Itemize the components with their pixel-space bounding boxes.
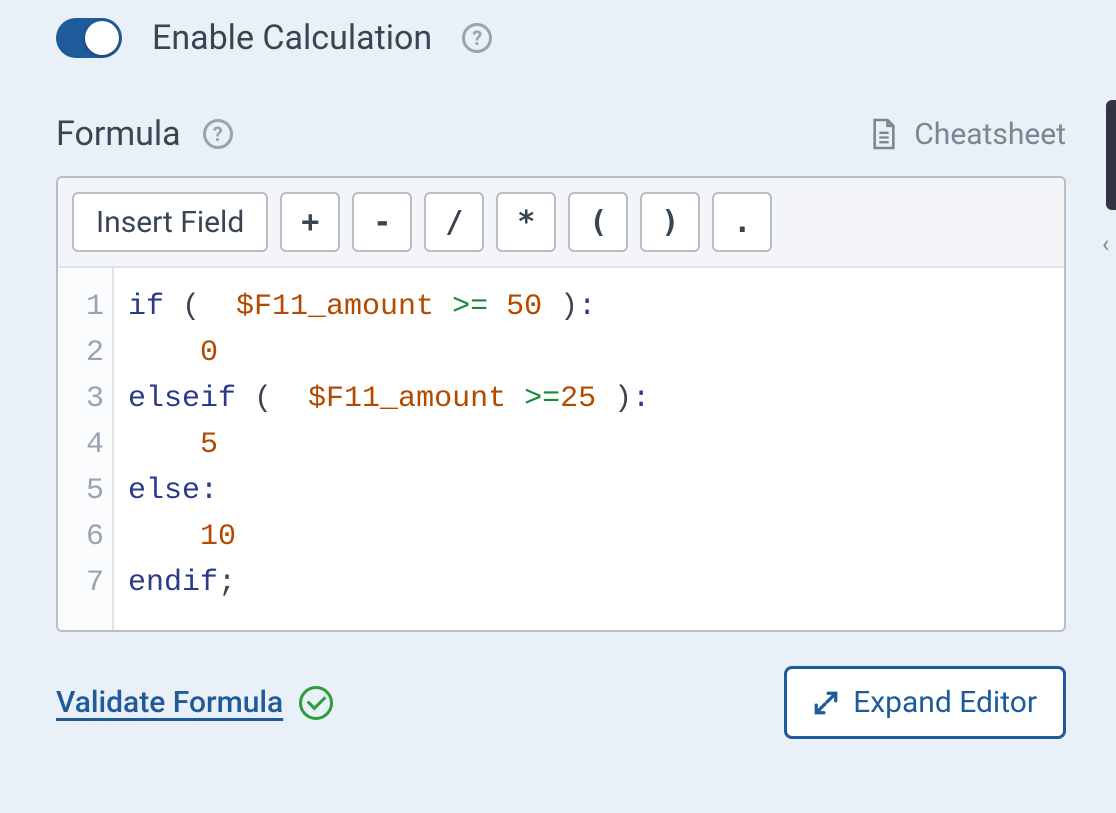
line-number: 7 bbox=[58, 560, 104, 606]
line-number: 3 bbox=[58, 376, 104, 422]
formula-editor: Insert Field + - / * ( ) . 1 2 3 4 5 6 7… bbox=[56, 176, 1066, 632]
expand-icon bbox=[813, 690, 839, 716]
op-lparen-button[interactable]: ( bbox=[568, 192, 628, 252]
line-number: 5 bbox=[58, 468, 104, 514]
insert-field-button[interactable]: Insert Field bbox=[72, 192, 268, 252]
line-number: 1 bbox=[58, 284, 104, 330]
help-icon[interactable]: ? bbox=[203, 119, 233, 149]
side-handle[interactable] bbox=[1106, 100, 1116, 210]
help-icon[interactable]: ? bbox=[462, 23, 492, 53]
op-minus-button[interactable]: - bbox=[352, 192, 412, 252]
cheatsheet-label: Cheatsheet bbox=[914, 117, 1066, 152]
formula-label: Formula bbox=[56, 114, 181, 154]
enable-calculation-toggle[interactable] bbox=[56, 18, 122, 58]
expand-editor-label: Expand Editor bbox=[853, 685, 1037, 720]
op-rparen-button[interactable]: ) bbox=[640, 192, 700, 252]
formula-toolbar: Insert Field + - / * ( ) . bbox=[58, 178, 1064, 268]
code-editor[interactable]: if ( $F11_amount >= 50 ): 0 elseif ( $F1… bbox=[114, 268, 1064, 630]
document-icon bbox=[870, 117, 898, 151]
checkmark-circle-icon bbox=[299, 686, 333, 720]
enable-calculation-label: Enable Calculation bbox=[152, 18, 432, 58]
op-plus-button[interactable]: + bbox=[280, 192, 340, 252]
op-multiply-button[interactable]: * bbox=[496, 192, 556, 252]
line-gutter: 1 2 3 4 5 6 7 bbox=[58, 268, 114, 630]
validate-formula-label: Validate Formula bbox=[56, 685, 283, 720]
line-number: 2 bbox=[58, 330, 104, 376]
chevron-left-icon: ‹ bbox=[1102, 230, 1116, 254]
op-dot-button[interactable]: . bbox=[712, 192, 772, 252]
line-number: 4 bbox=[58, 422, 104, 468]
line-number: 6 bbox=[58, 514, 104, 560]
expand-editor-button[interactable]: Expand Editor bbox=[784, 666, 1066, 739]
validate-formula-link[interactable]: Validate Formula bbox=[56, 685, 333, 720]
cheatsheet-link[interactable]: Cheatsheet bbox=[870, 117, 1066, 152]
op-divide-button[interactable]: / bbox=[424, 192, 484, 252]
